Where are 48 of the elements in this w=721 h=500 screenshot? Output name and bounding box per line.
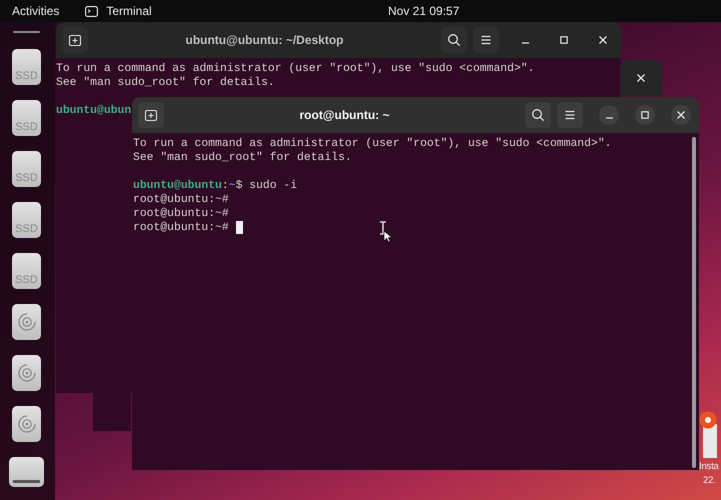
terminal-line: To run a command as administrator (user "root"), use "sudo <command>". — [56, 62, 534, 76]
minimize-icon — [522, 42, 528, 44]
terminal-line: See "man sudo_root" for details. — [56, 76, 275, 90]
optical-drive-button[interactable] — [12, 355, 41, 391]
optical-drive-button[interactable] — [12, 406, 41, 442]
new-tab-icon — [144, 108, 158, 122]
terminal-line: root@ubuntu:~# — [133, 221, 230, 235]
app-menu[interactable]: Terminal — [85, 0, 152, 22]
window-title: ubuntu@ubuntu: ~/Desktop — [184, 32, 344, 49]
menu-icon — [563, 108, 577, 122]
optical-drive-button[interactable] — [12, 304, 41, 340]
search-icon — [447, 33, 461, 47]
search-button[interactable] — [525, 102, 551, 128]
search-button[interactable] — [441, 27, 467, 53]
clock[interactable]: Nov 21 09:57 — [388, 0, 460, 22]
menu-icon — [479, 33, 493, 47]
icon-label[interactable]: 22. — [699, 474, 719, 488]
menu-button[interactable] — [473, 27, 499, 53]
activities-button[interactable]: Activities — [8, 0, 60, 22]
disc-icon — [16, 414, 36, 434]
terminal-line: To run a command as administrator (user "root"), use "sudo <command>". — [133, 137, 612, 151]
removable-drive-icon[interactable] — [9, 457, 44, 487]
maximize-icon — [640, 110, 650, 120]
terminal-icon — [85, 6, 98, 16]
installer-icon — [699, 410, 718, 460]
mouse-pointer-icon — [378, 221, 392, 243]
disc-icon — [16, 363, 36, 383]
close-icon — [676, 110, 686, 120]
maximize-button[interactable] — [635, 105, 655, 125]
terminal-line: root@ubuntu:~# — [133, 193, 229, 207]
window-title: root@ubuntu: ~ — [298, 107, 390, 124]
menu-button[interactable] — [557, 102, 583, 128]
icon-label[interactable]: Insta — [699, 460, 719, 474]
new-tab-button[interactable] — [138, 102, 164, 128]
maximize-icon — [559, 35, 569, 45]
terminal-line: See "man sudo_root" for details. — [133, 151, 352, 165]
close-icon — [636, 73, 646, 83]
scrollbar[interactable] — [692, 137, 696, 468]
minimize-icon — [606, 116, 612, 118]
search-icon — [531, 108, 545, 122]
disc-icon — [16, 312, 36, 332]
terminal-line: ubuntu@ubun — [56, 104, 132, 118]
terminal-line: root@ubuntu:~# — [133, 207, 229, 221]
new-tab-button[interactable] — [62, 27, 88, 53]
close-icon — [598, 35, 608, 45]
terminal-line: ubuntu@ubuntu:~$ sudo -i — [133, 179, 298, 193]
new-tab-icon — [68, 33, 82, 47]
close-button[interactable] — [671, 105, 691, 125]
